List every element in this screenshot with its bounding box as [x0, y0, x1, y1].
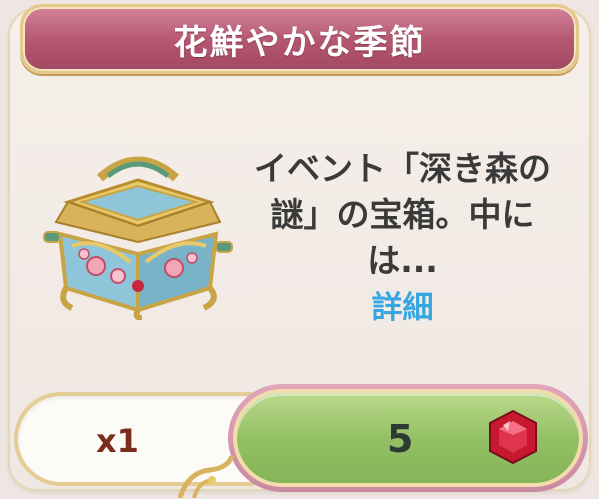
item-description-area: イベント「深き森の謎」の宝箱。中には... 詳細: [245, 146, 560, 331]
price-value: 5: [387, 417, 414, 461]
panel-title: 花鮮やかな季節: [173, 22, 426, 63]
purchase-bar: x1 5: [0, 380, 599, 499]
buy-button[interactable]: 5: [228, 384, 588, 492]
title-banner: 花鮮やかな季節: [20, 4, 579, 74]
item-description: イベント「深き森の謎」の宝箱。中には...: [254, 149, 551, 280]
gold-ornament-icon: [177, 455, 235, 498]
red-gem-icon: [483, 407, 543, 467]
treasure-chest-icon: [38, 150, 238, 321]
details-link[interactable]: 詳細: [372, 285, 434, 331]
buy-button-face[interactable]: 5: [233, 389, 583, 487]
quantity-value: x1: [96, 422, 139, 460]
